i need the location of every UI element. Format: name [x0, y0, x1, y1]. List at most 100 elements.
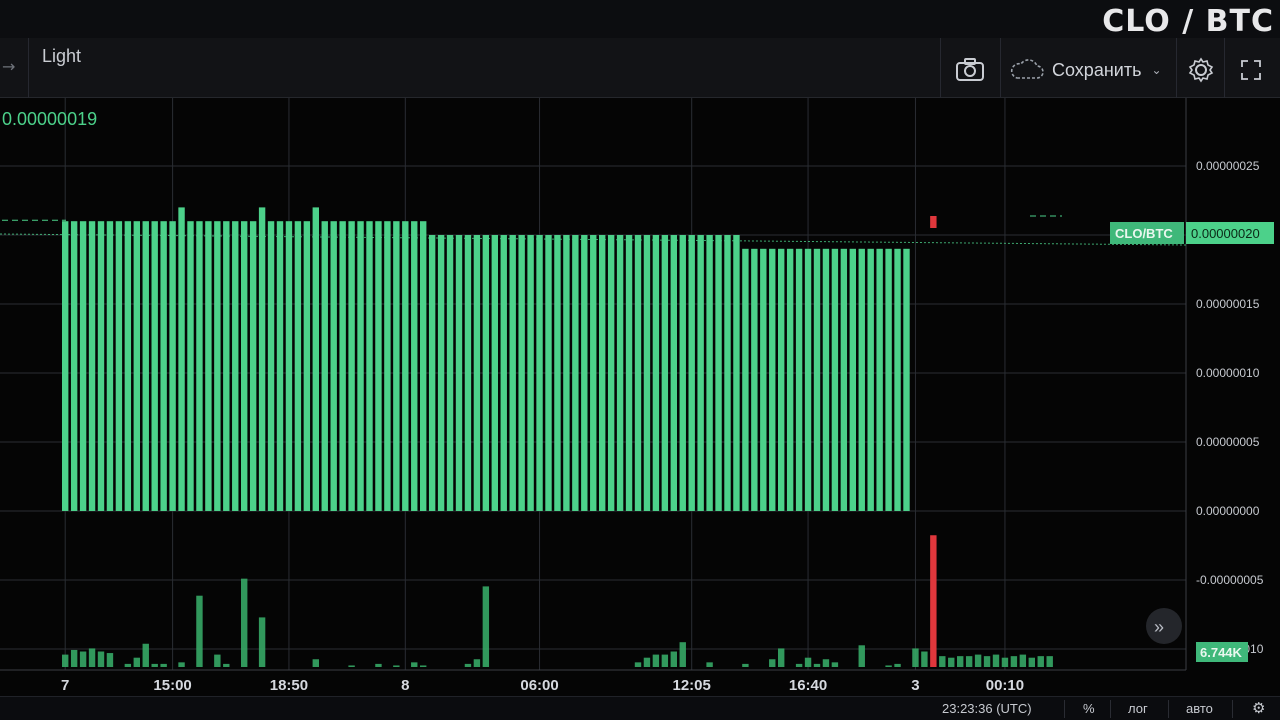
auto-scale-toggle[interactable]: авто [1186, 701, 1213, 716]
volume-bar [196, 595, 203, 667]
volume-bar [214, 654, 221, 667]
price-bar [643, 235, 651, 511]
chart-area[interactable]: 0.00000025 0.00000020 0.00000015 0.00000010… [0, 98, 1280, 696]
volume-bar [948, 657, 955, 667]
price-bars [62, 207, 937, 512]
volume-bar [223, 663, 230, 667]
price-bar [518, 235, 525, 511]
volume-bar [813, 663, 821, 667]
save-button[interactable]: Сохранить ⌄ [1010, 52, 1175, 88]
price-bar [160, 221, 167, 511]
price-bar [500, 235, 507, 511]
price-bar [106, 221, 114, 511]
volume-bar [178, 662, 185, 667]
log-scale-toggle[interactable]: лог [1128, 701, 1148, 716]
volume-bar [151, 663, 158, 667]
arrow-right-icon[interactable]: → [0, 52, 22, 82]
volume-bar [312, 659, 319, 667]
price-bar [795, 248, 803, 512]
price-bar [661, 235, 669, 511]
price-bar-down [930, 216, 937, 228]
volume-bar [1037, 656, 1044, 667]
time-tick-label: 8 [401, 677, 409, 694]
price-bar [742, 248, 749, 512]
fullscreen-button[interactable] [1236, 52, 1266, 88]
time-axis: 7 15:00 18:50 8 06:00 12:05 16:40 3 00:10 [61, 677, 1024, 694]
volume-bar [634, 662, 642, 667]
volume-bar [974, 654, 982, 667]
price-bar [509, 235, 516, 511]
volume-bar [241, 578, 248, 667]
volume-bar [473, 659, 481, 667]
price-bar [688, 235, 695, 511]
volume-bar [965, 656, 973, 667]
price-bar [232, 221, 239, 511]
price-bar [88, 221, 96, 511]
price-bar [142, 221, 149, 511]
volume-bar [79, 651, 87, 667]
toolbar-divider [940, 38, 941, 98]
volume-bar [858, 645, 865, 667]
volume-bar [643, 657, 651, 667]
percent-scale-toggle[interactable]: % [1083, 701, 1095, 716]
price-bar [786, 248, 794, 512]
price-bar [276, 221, 284, 511]
price-bar [151, 221, 158, 511]
price-bar [375, 221, 382, 511]
top-bar: CLO / BTC [0, 0, 1280, 42]
volume-bar [411, 662, 418, 667]
price-chart[interactable]: 0.00000025 0.00000020 0.00000015 0.00000010… [0, 98, 1280, 696]
chevron-down-icon[interactable]: ⌄ [1151, 63, 1161, 77]
price-bar [455, 235, 463, 511]
volume-bar [70, 649, 78, 667]
price-bar [428, 235, 436, 511]
volume-bar [133, 657, 140, 667]
price-tag-label: CLO/BTC [1115, 226, 1173, 241]
volume-bar [258, 617, 266, 667]
price-bar [357, 221, 364, 511]
volume-bar [420, 665, 427, 667]
volume-bar [1010, 656, 1018, 667]
utc-clock: 23:23:36 (UTC) [942, 701, 1032, 716]
price-tick-label: 0.00000005 [1196, 435, 1260, 449]
price-bar [822, 248, 830, 512]
gear-icon [1188, 57, 1214, 83]
toolbar-divider [1000, 38, 1001, 98]
bottom-divider [1232, 700, 1233, 718]
volume-bar [1019, 654, 1027, 667]
price-bar [187, 221, 194, 511]
price-bar [813, 248, 821, 512]
volume-bar [464, 663, 472, 667]
price-bar [223, 221, 230, 511]
price-bar [536, 235, 543, 511]
snapshot-button[interactable] [950, 52, 990, 88]
price-bar [590, 235, 597, 511]
gear-icon[interactable]: ⚙ [1252, 699, 1265, 717]
volume-bar [679, 642, 686, 667]
volume-bar [912, 648, 919, 667]
volume-bar [831, 662, 839, 667]
volume-bar [482, 586, 490, 667]
volume-tag: 6.744K [1200, 645, 1243, 660]
price-tick-label: 0.00000000 [1196, 504, 1260, 518]
price-bar [670, 235, 677, 511]
volume-bar [62, 654, 69, 667]
price-bar [634, 235, 642, 511]
time-tick-label: 18:50 [270, 677, 308, 694]
bottom-divider [1064, 700, 1065, 718]
theme-light-button[interactable]: Light [42, 46, 81, 67]
scroll-to-realtime-button[interactable]: » [1146, 608, 1182, 644]
price-bar [124, 221, 132, 511]
volume-bar [706, 662, 713, 667]
price-bar [348, 221, 355, 511]
price-bar [285, 221, 293, 511]
price-bar [115, 221, 123, 511]
price-bar [491, 235, 498, 511]
price-bar [482, 235, 490, 511]
volume-bar [894, 663, 901, 667]
price-bar [249, 221, 257, 511]
volume-bar [957, 656, 964, 667]
legend-last-value: 0.00000019 [2, 109, 97, 129]
settings-button[interactable] [1184, 52, 1218, 88]
price-bar [607, 235, 615, 511]
